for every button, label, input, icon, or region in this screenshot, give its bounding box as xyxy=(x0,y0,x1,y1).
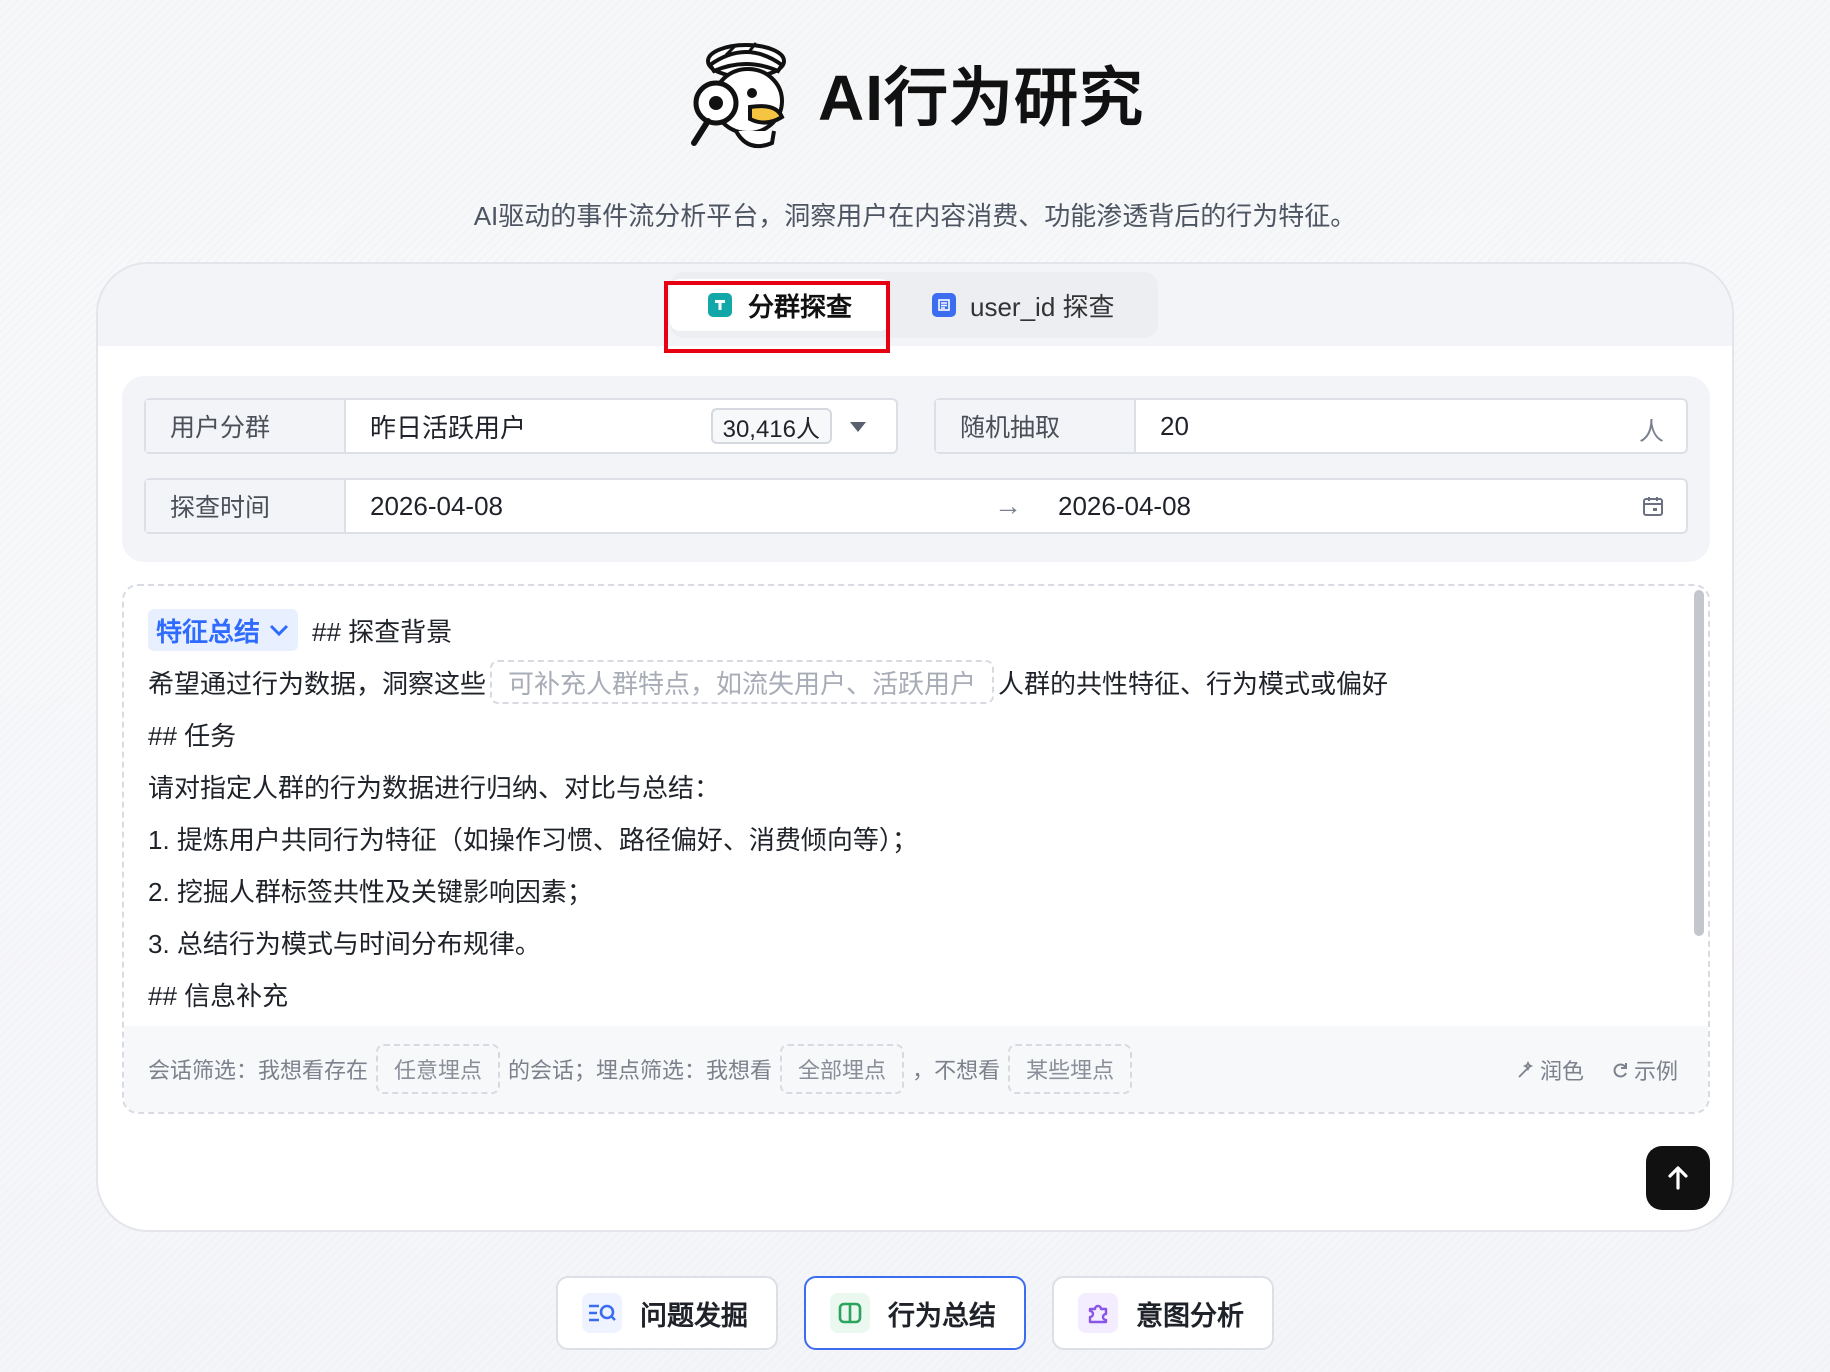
refresh-icon xyxy=(1613,1063,1627,1078)
chevron-down-icon xyxy=(269,624,289,637)
magic-wand-icon xyxy=(1518,1060,1533,1078)
prompt-heading: ## 任务 xyxy=(148,720,237,751)
mode-chip-label: 特征总结 xyxy=(156,616,261,647)
send-button[interactable] xyxy=(1646,1146,1710,1210)
sample-size-field[interactable]: 随机抽取 20 人 xyxy=(934,398,1688,454)
segment-label: 用户分群 xyxy=(146,400,346,452)
polish-button[interactable]: 润色 xyxy=(1516,1054,1584,1086)
prompt-line: 特征总结 ## 探查背景 xyxy=(148,604,1668,656)
filter-bar: 会话筛选：我想看存在 任意埋点 的会话；埋点筛选：我想看 全部埋点 ，不想看 某… xyxy=(124,1026,1708,1112)
mode-label: 问题发掘 xyxy=(640,1300,748,1331)
mode-behavior-summary[interactable]: 行为总结 xyxy=(804,1276,1026,1350)
crowd-feature-input[interactable]: 可补充人群特点，如流失用户、活跃用户 xyxy=(490,660,995,704)
prompt-text[interactable]: 特征总结 ## 探查背景 希望通过行为数据，洞察这些 可补充人群特点，如流失用户… xyxy=(148,604,1668,1020)
event-exclude-label: ，不想看 xyxy=(912,1058,1001,1083)
mode-label: 意图分析 xyxy=(1136,1300,1244,1331)
sample-input[interactable]: 20 xyxy=(1136,411,1189,442)
polish-label: 润色 xyxy=(1539,1059,1584,1084)
event-exclude-select[interactable]: 某些埋点 xyxy=(1008,1044,1133,1094)
session-filter-label: 会话筛选：我想看存在 xyxy=(148,1058,369,1083)
duck-detective-logo xyxy=(691,42,786,148)
app-title: AI行为研究 xyxy=(818,62,1144,134)
prompt-line: 希望通过行为数据，洞察这些 可补充人群特点，如流失用户、活跃用户 人群的共性特征… xyxy=(148,656,1668,708)
highlight-box xyxy=(664,281,890,353)
search-list-icon xyxy=(582,1293,622,1333)
tab-bar: 分群探查 user_id 探查 xyxy=(664,272,1158,353)
date-start[interactable]: 2026-04-08 xyxy=(346,491,503,522)
event-include-select[interactable]: 全部埋点 xyxy=(780,1044,905,1094)
session-event-select[interactable]: 任意埋点 xyxy=(376,1044,501,1094)
prompt-line: 请对指定人群的行为数据进行归纳、对比与总结： xyxy=(148,772,721,803)
sample-label: 随机抽取 xyxy=(936,400,1136,452)
mode-chip[interactable]: 特征总结 xyxy=(148,609,299,651)
prompt-editor[interactable]: 特征总结 ## 探查背景 希望通过行为数据，洞察这些 可补充人群特点，如流失用户… xyxy=(122,584,1710,1114)
date-range-picker[interactable]: 探查时间 2026-04-08 → 2026-04-08 xyxy=(144,478,1688,534)
segment-value: 昨日活跃用户 xyxy=(370,412,527,443)
event-filter-label: 的会话；埋点筛选：我想看 xyxy=(508,1058,773,1083)
editor-tools: 润色 示例 xyxy=(1516,1054,1678,1086)
example-button[interactable]: 示例 xyxy=(1610,1054,1678,1086)
prompt-heading: ## 信息补充 xyxy=(148,980,289,1011)
arrow-right-icon: → xyxy=(994,490,1022,521)
tab-user-id-explore[interactable]: user_id 探查 xyxy=(932,279,1115,331)
sample-unit: 人 xyxy=(1638,418,1664,446)
segment-select[interactable]: 用户分群 昨日活跃用户 30,416人 xyxy=(144,398,898,454)
tab-label: user_id 探查 xyxy=(970,291,1115,322)
document-icon xyxy=(932,293,956,317)
main-card: 分群探查 user_id 探查 用户分群 昨日活跃用户 30,416人 随机抽取… xyxy=(96,262,1734,1232)
calendar-icon[interactable] xyxy=(1642,495,1664,517)
book-icon xyxy=(830,1293,870,1333)
prompt-line: 3. 总结行为模式与时间分布规律。 xyxy=(148,928,541,959)
chevron-down-icon[interactable] xyxy=(850,422,866,432)
mode-intent-analysis[interactable]: 意图分析 xyxy=(1052,1276,1274,1350)
date-end[interactable]: 2026-04-08 xyxy=(1058,491,1191,522)
arrow-up-icon xyxy=(1668,1166,1688,1190)
editor-scrollbar[interactable] xyxy=(1694,590,1704,936)
mode-problem-discovery[interactable]: 问题发掘 xyxy=(556,1276,778,1350)
segment-count-badge: 30,416人 xyxy=(710,408,832,444)
mode-label: 行为总结 xyxy=(888,1300,996,1331)
query-form: 用户分群 昨日活跃用户 30,416人 随机抽取 20 人 探查时间 2026-… xyxy=(122,376,1710,562)
prompt-text-segment: 希望通过行为数据，洞察这些 xyxy=(148,668,487,699)
prompt-line: 1. 提炼用户共同行为特征（如操作习惯、路径偏好、消费倾向等）； xyxy=(148,824,918,855)
prompt-text-segment: 人群的共性特征、行为模式或偏好 xyxy=(998,668,1389,699)
puzzle-icon xyxy=(1078,1293,1118,1333)
app-subtitle: AI驱动的事件流分析平台，洞察用户在内容消费、功能渗透背后的行为特征。 xyxy=(473,201,1357,231)
prompt-line: 2. 挖掘人群标签共性及关键影响因素； xyxy=(148,876,593,907)
example-label: 示例 xyxy=(1633,1059,1678,1084)
prompt-heading: ## 探查背景 xyxy=(312,616,453,647)
header: AI行为研究 xyxy=(0,28,1830,158)
time-label: 探查时间 xyxy=(146,480,346,532)
